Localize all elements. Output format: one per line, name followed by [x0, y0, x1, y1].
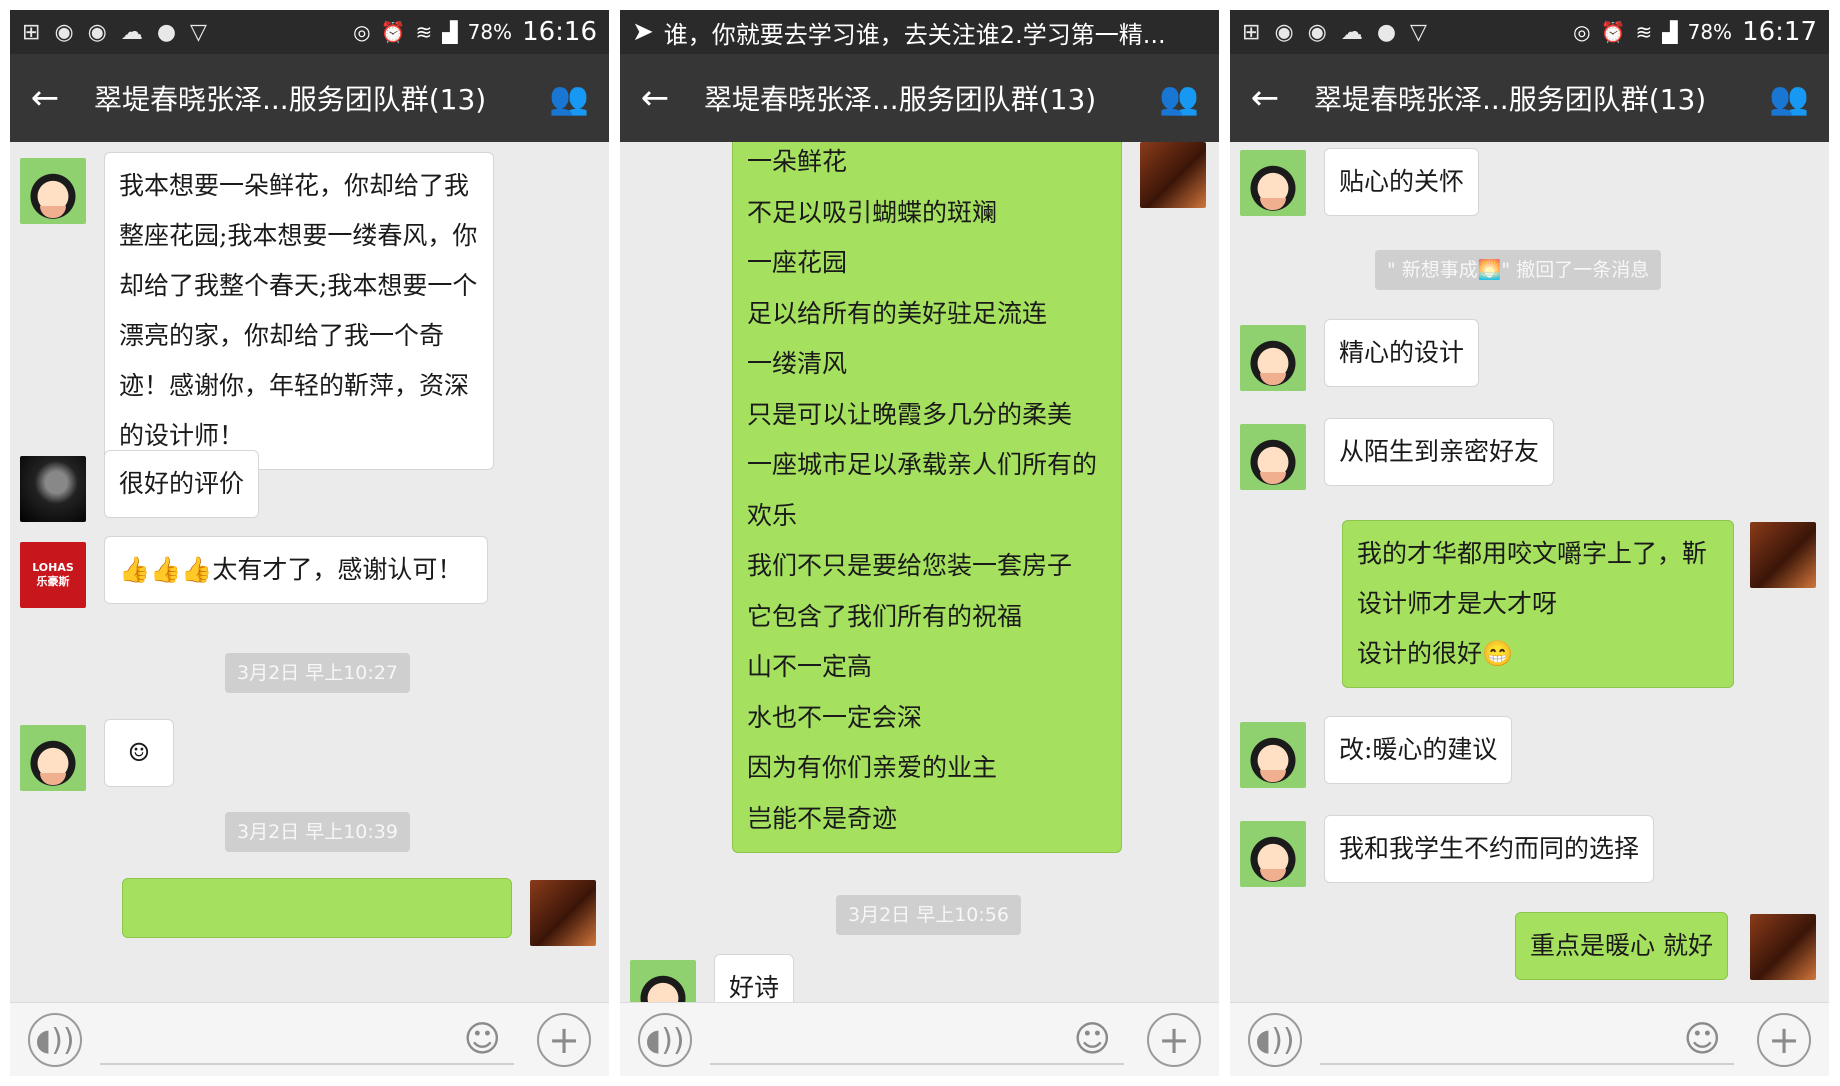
input-bar: ◖)) ☺ +	[1230, 1002, 1829, 1076]
message-list[interactable]: 一朵鲜花 不足以吸引蝴蝶的斑斓 一座花园 足以给所有的美好驻足流连 一缕清风 只…	[620, 142, 1219, 1002]
avatar-lohas[interactable]: LOHAS 乐豪斯	[20, 542, 86, 608]
add-icon: ⊞	[22, 19, 41, 45]
alarm-icon: ⏰	[380, 20, 406, 44]
message-bubble[interactable]: 贴心的关怀	[1324, 148, 1480, 216]
chat-title: 翠堤春晓张泽...服务团队群(13)	[1314, 83, 1707, 116]
notification-icon: ➤	[632, 17, 654, 47]
emoji-icon[interactable]: ☺	[1073, 1019, 1111, 1060]
shield-icon: ▽	[1410, 19, 1427, 45]
wifi-icon: ≋	[1635, 20, 1653, 44]
battery-level: 78%	[1687, 20, 1733, 44]
message-bubble[interactable]: 从陌生到亲密好友	[1324, 418, 1555, 486]
group-members-icon[interactable]: 👥	[1749, 79, 1829, 117]
battery-level: 78%	[467, 20, 513, 44]
avatar[interactable]	[630, 960, 696, 1002]
notification-text: 谁，你就要去学习谁，去关注谁2.学习第一精...	[663, 20, 1166, 49]
recall-notice: " 新想事成🌅" 撤回了一条消息	[1375, 250, 1662, 290]
plus-icon[interactable]: +	[1757, 1013, 1811, 1067]
message-bubble-outgoing-partial[interactable]	[122, 878, 512, 938]
plus-icon[interactable]: +	[1147, 1013, 1201, 1067]
message-bubble-outgoing[interactable]: 重点是暖心 就好	[1515, 912, 1728, 980]
voice-icon[interactable]: ◖))	[28, 1013, 82, 1067]
message-bubble[interactable]: 👍👍👍太有才了，感谢认可！	[104, 536, 488, 604]
add-icon: ⊞	[1242, 19, 1261, 45]
message-list[interactable]: 我本想要一朵鲜花，你却给了我 整座花园;我本想要一缕春风，你 却给了我整个春天;…	[10, 142, 609, 1002]
system-status: ◎ ⏰ ≋ ▟ 78% 16:17	[1573, 17, 1817, 47]
avatar[interactable]	[1240, 722, 1306, 788]
status-bar: ⊞ ◉ ◉ ☁ ● ▽ ◎ ⏰ ≋ ▟ 78% 16:16	[10, 10, 609, 54]
input-bar: ◖)) ☺ +	[10, 1002, 609, 1076]
voice-icon[interactable]: ◖))	[1248, 1013, 1302, 1067]
plus-icon[interactable]: +	[537, 1013, 591, 1067]
app-icon: ●	[156, 19, 177, 45]
message-list[interactable]: 贴心的关怀 " 新想事成🌅" 撤回了一条消息 精心的设计 从陌生到亲密好友 我的…	[1230, 142, 1829, 1002]
system-status: ◎ ⏰ ≋ ▟ 78% 16:16	[353, 17, 597, 47]
avatar[interactable]	[1240, 424, 1306, 490]
signal-icon: ▟	[442, 20, 458, 44]
search-app-icon: ◉	[87, 19, 107, 45]
message-bubble-outgoing[interactable]: 一朵鲜花 不足以吸引蝴蝶的斑斓 一座花园 足以给所有的美好驻足流连 一缕清风 只…	[732, 142, 1122, 853]
message-input[interactable]	[710, 1063, 1124, 1065]
chat-header: ← 翠堤春晓张泽...服务团队群(13) 👥	[10, 54, 609, 142]
timestamp: 3月2日 早上10:27	[225, 653, 410, 693]
screen-2: ➤ 谁，你就要去学习谁，去关注谁2.学习第一精... ← 翠堤春晓张泽...服务…	[620, 10, 1219, 1076]
clock: 16:17	[1742, 17, 1817, 47]
wifi-icon: ≋	[415, 20, 433, 44]
search-app-icon: ◉	[1274, 19, 1294, 45]
search-app-icon: ◉	[54, 19, 74, 45]
back-arrow-icon[interactable]: ←	[1230, 78, 1300, 118]
timestamp: 3月2日 早上10:39	[225, 812, 410, 852]
avatar[interactable]	[20, 725, 86, 791]
message-bubble-outgoing[interactable]: 我的才华都用咬文嚼字上了，靳 设计师才是大才呀 设计的很好😁	[1342, 520, 1734, 688]
message-bubble[interactable]: 好诗	[714, 954, 795, 1002]
clock: 16:16	[522, 17, 597, 47]
timestamp: 3月2日 早上10:56	[836, 895, 1021, 935]
status-bar: ➤ 谁，你就要去学习谁，去关注谁2.学习第一精...	[620, 10, 1219, 54]
shield-icon: ▽	[190, 19, 207, 45]
group-members-icon[interactable]: 👥	[529, 79, 609, 117]
screen-1: ⊞ ◉ ◉ ☁ ● ▽ ◎ ⏰ ≋ ▟ 78% 16:16 ← 翠堤春晓张泽..…	[10, 10, 609, 1076]
avatar-self[interactable]	[530, 880, 596, 946]
signal-icon: ▟	[1662, 20, 1678, 44]
emoji-icon[interactable]: ☺	[463, 1019, 501, 1060]
eye-icon: ◎	[1573, 20, 1591, 44]
screen-3: ⊞ ◉ ◉ ☁ ● ▽ ◎ ⏰ ≋ ▟ 78% 16:17 ← 翠堤春晓张泽..…	[1230, 10, 1829, 1076]
message-bubble[interactable]: 我本想要一朵鲜花，你却给了我 整座花园;我本想要一缕春风，你 却给了我整个春天;…	[104, 152, 494, 470]
group-members-icon[interactable]: 👥	[1139, 79, 1219, 117]
avatar[interactable]	[1240, 325, 1306, 391]
chat-title: 翠堤春晓张泽...服务团队群(13)	[704, 83, 1097, 116]
avatar-self[interactable]	[1140, 142, 1206, 208]
avatar[interactable]	[20, 158, 86, 224]
avatar-self[interactable]	[1750, 522, 1816, 588]
avatar[interactable]	[1240, 150, 1306, 216]
emoji-icon[interactable]: ☺	[1683, 1019, 1721, 1060]
status-bar: ⊞ ◉ ◉ ☁ ● ▽ ◎ ⏰ ≋ ▟ 78% 16:17	[1230, 10, 1829, 54]
back-arrow-icon[interactable]: ←	[620, 78, 690, 118]
message-bubble[interactable]: 改:暖心的建议	[1324, 716, 1513, 784]
message-input[interactable]	[1320, 1063, 1734, 1065]
notification-icons: ⊞ ◉ ◉ ☁ ● ▽	[1242, 20, 1427, 45]
cloud-icon: ☁	[120, 19, 143, 45]
cloud-icon: ☁	[1340, 19, 1363, 45]
avatar[interactable]	[1240, 821, 1306, 887]
avatar[interactable]	[20, 456, 86, 522]
search-app-icon: ◉	[1307, 19, 1327, 45]
back-arrow-icon[interactable]: ←	[10, 78, 80, 118]
input-bar: ◖)) ☺ +	[620, 1002, 1219, 1076]
notification-icons: ⊞ ◉ ◉ ☁ ● ▽	[22, 20, 207, 45]
message-bubble[interactable]: 精心的设计	[1324, 319, 1480, 387]
alarm-icon: ⏰	[1600, 20, 1626, 44]
chat-header: ← 翠堤春晓张泽...服务团队群(13) 👥	[1230, 54, 1829, 142]
avatar-self[interactable]	[1750, 914, 1816, 980]
app-icon: ●	[1376, 19, 1397, 45]
eye-icon: ◎	[353, 20, 371, 44]
voice-icon[interactable]: ◖))	[638, 1013, 692, 1067]
chat-title: 翠堤春晓张泽...服务团队群(13)	[94, 83, 487, 116]
message-bubble[interactable]: 我和我学生不约而同的选择	[1324, 815, 1655, 883]
chat-header: ← 翠堤春晓张泽...服务团队群(13) 👥	[620, 54, 1219, 142]
message-input[interactable]	[100, 1063, 514, 1065]
message-bubble[interactable]: 很好的评价	[104, 450, 260, 518]
message-bubble[interactable]: ☺	[104, 719, 174, 787]
